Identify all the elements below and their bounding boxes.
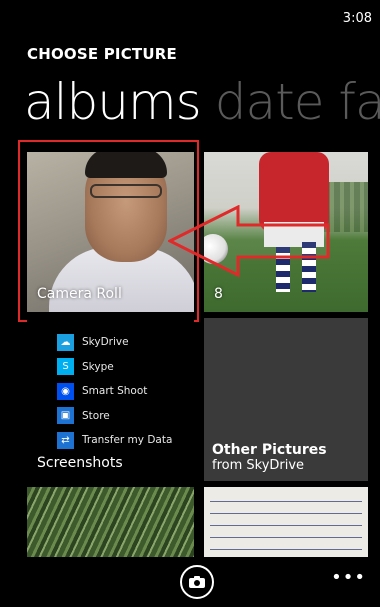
status-time: 3:08 bbox=[342, 11, 372, 26]
camera-button[interactable] bbox=[180, 565, 214, 599]
note-line bbox=[210, 525, 362, 526]
camera-icon bbox=[189, 576, 205, 588]
note-line bbox=[210, 513, 362, 514]
store-icon: ▣ bbox=[57, 407, 74, 425]
list-item-label: Smart Shoot bbox=[82, 385, 148, 398]
list-item-label: Transfer my Data bbox=[82, 434, 173, 447]
list-item-label: SkyDrive bbox=[82, 336, 129, 349]
screenshot-preview-list: ☁ SkyDrive S Skype ◉ Smart Shoot ▣ Store… bbox=[57, 318, 194, 453]
tile-subtitle-skydrive: from SkyDrive bbox=[212, 458, 305, 473]
note-line bbox=[210, 501, 362, 502]
list-item: ▣ Store bbox=[57, 404, 194, 429]
list-item bbox=[57, 318, 194, 330]
page-title: CHOOSE PICTURE bbox=[27, 45, 177, 63]
note-line bbox=[210, 549, 362, 550]
list-item-label: Store bbox=[82, 409, 110, 422]
list-item: S Skype bbox=[57, 355, 194, 380]
list-item: ⇄ Transfer my Data bbox=[57, 428, 194, 453]
annotation-highlight-box bbox=[18, 140, 199, 322]
tile-label-count: 8 bbox=[214, 286, 223, 302]
tile-screenshots[interactable]: ☁ SkyDrive S Skype ◉ Smart Shoot ▣ Store… bbox=[27, 318, 194, 481]
pivot-header: albums date fa bbox=[24, 72, 380, 132]
tile-title-other-pictures: Other Pictures bbox=[212, 442, 327, 458]
list-item-label: Skype bbox=[82, 360, 114, 373]
tile-album-note[interactable] bbox=[204, 487, 368, 557]
transfer-icon: ⇄ bbox=[57, 431, 74, 449]
cloud-icon: ☁ bbox=[57, 333, 74, 351]
tile-other-pictures[interactable]: Other Pictures from SkyDrive bbox=[204, 318, 368, 481]
smart-shoot-icon: ◉ bbox=[57, 382, 74, 400]
more-button[interactable]: ••• bbox=[331, 569, 366, 587]
pivot-item-date[interactable]: date fa bbox=[215, 73, 380, 131]
skype-icon: S bbox=[57, 358, 74, 376]
pivot-item-albums[interactable]: albums bbox=[24, 73, 202, 131]
note-line bbox=[210, 537, 362, 538]
list-item: ☁ SkyDrive bbox=[57, 330, 194, 355]
tile-album-leaves[interactable] bbox=[27, 487, 194, 557]
list-item: ◉ Smart Shoot bbox=[57, 379, 194, 404]
tile-label-screenshots: Screenshots bbox=[37, 455, 123, 471]
app-bar: ••• bbox=[0, 557, 380, 607]
